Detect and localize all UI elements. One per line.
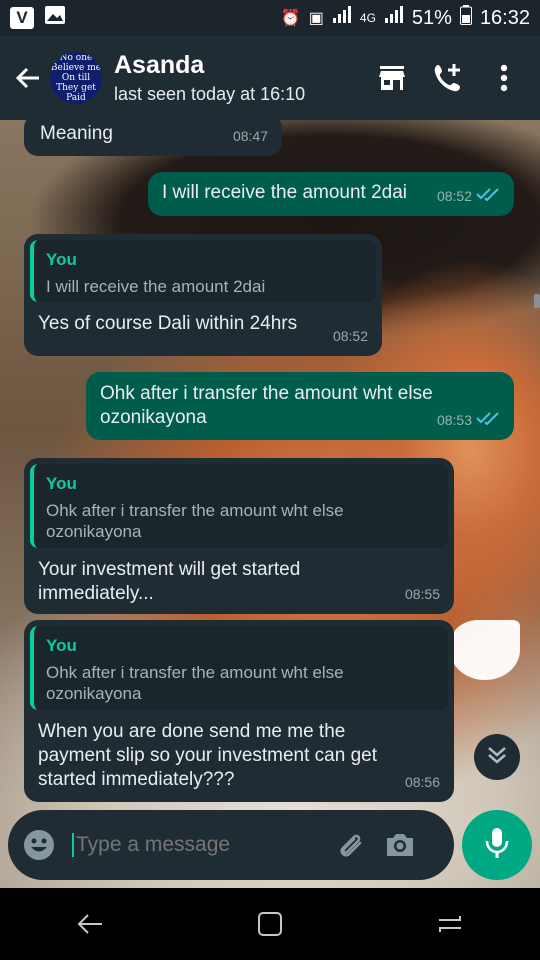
quote-author: You (46, 250, 77, 269)
message-text: Ohk after i transfer the amount wht else… (100, 383, 433, 428)
avatar-line: Believe me (50, 63, 102, 73)
nav-recents-icon[interactable] (430, 904, 470, 944)
more-vert-icon[interactable] (486, 60, 522, 96)
battery-percent: 51% (411, 6, 452, 29)
message-text: Your investment will get started immedia… (38, 559, 301, 604)
vpn-app-icon: V (10, 7, 34, 29)
alarm-icon: ⏰ (280, 10, 301, 27)
message-time: 08:55 (404, 586, 440, 602)
avatar-line: They get (56, 83, 96, 93)
quote-text: Ohk after i transfer the amount wht else… (46, 663, 344, 703)
message-composer (8, 810, 454, 880)
quoted-message[interactable]: You Ohk after i transfer the amount wht … (30, 626, 448, 710)
quoted-message[interactable]: You Ohk after i transfer the amount wht … (30, 464, 448, 548)
clock: 16:32 (479, 6, 530, 29)
avatar[interactable]: No one Believe me On till They get Paid (50, 52, 102, 104)
last-seen: last seen today at 16:10 (114, 84, 306, 104)
sim-icon: ▣ (308, 10, 324, 27)
message-incoming[interactable]: Meaning 08:47 (24, 120, 282, 156)
message-time: 08:56 (404, 774, 440, 790)
message-input[interactable] (72, 833, 322, 857)
attach-icon[interactable] (332, 827, 368, 863)
camera-icon[interactable] (382, 827, 418, 863)
message-text: Yes of course Dali within 24hrs (38, 313, 298, 334)
read-receipt-icon (476, 408, 500, 432)
quote-author: You (46, 636, 77, 655)
message-time: 08:53 (437, 408, 500, 432)
avatar-line: No one (59, 53, 93, 63)
status-bar: V ⏰ ▣ 4G 51% 16:32 (0, 0, 540, 36)
gallery-icon (44, 5, 66, 31)
message-incoming[interactable]: You Ohk after i transfer the amount wht … (24, 620, 454, 802)
double-chevron-down-icon (486, 744, 508, 771)
quote-author: You (46, 474, 77, 493)
nav-back-icon[interactable] (70, 904, 110, 944)
message-time: 08:47 (232, 128, 268, 144)
avatar-line: On till (61, 73, 91, 83)
nav-home-icon[interactable] (250, 904, 290, 944)
emoji-icon[interactable] (22, 828, 56, 862)
contact-name: Asanda (114, 51, 205, 79)
quoted-message[interactable]: You I will receive the amount 2dai (30, 240, 376, 302)
microphone-icon (484, 826, 510, 865)
back-arrow-icon[interactable] (6, 56, 50, 100)
message-outgoing[interactable]: Ohk after i transfer the amount wht else… (86, 372, 514, 440)
message-text: When you are done send me me the payment… (38, 721, 378, 790)
message-list[interactable]: Meaning 08:47 I will receive the amount … (0, 120, 540, 810)
quote-text: Ohk after i transfer the amount wht else… (46, 501, 344, 541)
add-call-icon[interactable] (430, 60, 466, 96)
quote-text: I will receive the amount 2dai (46, 277, 266, 296)
scroll-to-bottom-button[interactable] (474, 734, 520, 780)
store-icon[interactable] (374, 60, 410, 96)
message-time: 08:52 (437, 184, 500, 208)
contact-info[interactable]: Asanda last seen today at 16:10 (114, 51, 305, 105)
message-time: 08:52 (332, 328, 368, 344)
message-outgoing[interactable]: I will receive the amount 2dai 08:52 (148, 172, 514, 216)
read-receipt-icon (476, 184, 500, 208)
chat-header: No one Believe me On till They get Paid … (0, 36, 540, 120)
network-type: 4G (359, 11, 376, 25)
message-incoming[interactable]: You I will receive the amount 2dai Yes o… (24, 234, 382, 356)
system-nav-bar (0, 888, 540, 960)
battery-icon (459, 5, 472, 31)
avatar-line: Paid (66, 93, 86, 103)
scroll-indicator[interactable] (534, 294, 540, 308)
voice-record-button[interactable] (462, 810, 532, 880)
signal-icon (332, 6, 352, 30)
message-incoming[interactable]: You Ohk after i transfer the amount wht … (24, 458, 454, 614)
signal-icon-2 (384, 6, 404, 30)
